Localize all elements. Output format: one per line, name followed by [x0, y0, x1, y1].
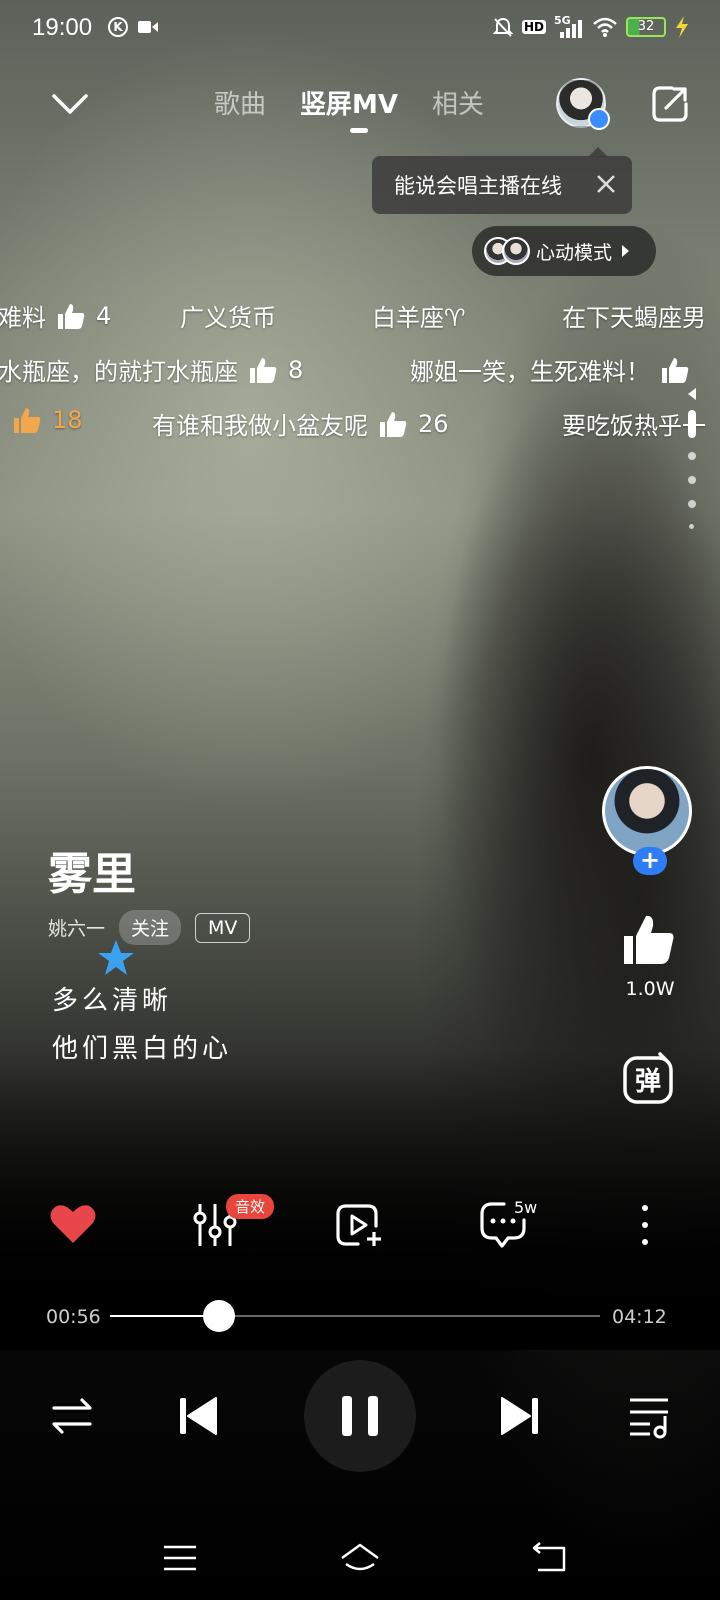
previous-track-icon[interactable] [172, 1390, 224, 1442]
k-notification-icon: K [108, 17, 128, 37]
lyric-line-current: 多么清晰 [52, 986, 173, 1016]
svg-text:弹: 弹 [635, 1067, 661, 1097]
thumbs-up-icon [58, 303, 85, 329]
status-bar: 19:00 K HD 5G 32 [0, 0, 720, 56]
thumbs-up-icon [380, 411, 407, 437]
live-host-tooltip[interactable]: 能说会唱主播在线 [372, 147, 632, 214]
tab-songs[interactable]: 歌曲 [214, 84, 266, 121]
heart-icon[interactable] [48, 1198, 98, 1248]
repeat-mode-icon[interactable] [46, 1390, 98, 1442]
danmaku-item[interactable]: 难料 4 [0, 298, 111, 333]
play-triangle-icon [622, 245, 630, 257]
status-time: 19:00 [32, 14, 93, 41]
menu-icon[interactable] [158, 1540, 202, 1576]
thumbs-up-icon [250, 357, 277, 383]
tab-bar: 歌曲 竖屏MV 相关 [214, 84, 484, 121]
like-count: 1.0W [625, 978, 675, 1000]
tab-vertical-mv[interactable]: 竖屏MV [300, 84, 398, 121]
add-to-playlist-icon[interactable] [334, 1200, 384, 1250]
danmaku-item[interactable]: 有谁和我做小盆友呢 26 [152, 406, 449, 441]
artist-avatar[interactable]: + [602, 766, 692, 875]
danmaku-toggle-button[interactable]: 弹 [622, 1052, 676, 1106]
live-host-avatar[interactable] [556, 78, 610, 130]
live-audio-icon [588, 108, 610, 130]
chevron-down-icon[interactable] [50, 90, 90, 118]
danmaku-item[interactable]: 水瓶座，的就打水瓶座 8 [0, 352, 303, 387]
song-meta: 姚六一 关注 MV [48, 910, 251, 945]
lyric-line-next: 他们黑白的心 [52, 1034, 233, 1064]
danmaku-item[interactable]: 18 [12, 406, 83, 434]
tooltip-text: 能说会唱主播在线 [394, 174, 562, 198]
danmaku-item[interactable]: 白羊座♈ [372, 298, 466, 333]
progress-bar[interactable] [110, 1300, 600, 1332]
hd-badge: HD [521, 20, 546, 34]
follow-plus-icon[interactable]: + [633, 847, 667, 875]
sound-effect-badge: 音效 [226, 1194, 275, 1219]
playlist-icon[interactable] [624, 1390, 676, 1442]
status-right: HD 5G 32 [492, 14, 690, 38]
comment-count: 5w [514, 1198, 538, 1217]
progress-knob[interactable] [202, 1300, 235, 1332]
video-record-icon [138, 21, 158, 33]
next-track-icon[interactable] [494, 1390, 546, 1442]
battery-indicator: 32 [626, 17, 666, 37]
danmaku-item[interactable]: 要吃饭热乎一 [562, 406, 706, 441]
heart-mode-avatars [484, 237, 530, 265]
pause-icon [342, 1396, 378, 1436]
mute-bell-icon [492, 17, 514, 37]
thumbs-up-icon [14, 408, 41, 433]
heart-mode-label: 心动模式 [536, 241, 613, 264]
top-nav: 歌曲 竖屏MV 相关 [0, 78, 720, 138]
active-tab-indicator [350, 128, 368, 133]
charging-bolt-icon [676, 16, 688, 38]
close-icon[interactable] [594, 172, 618, 196]
song-title[interactable]: 雾里 [48, 838, 136, 902]
danmaku-item[interactable]: 娜姐一笑，生死难料！ [410, 352, 690, 387]
mv-tag: MV [195, 912, 251, 943]
star-sticker-icon [98, 940, 134, 975]
thumbs-up-icon[interactable] [620, 912, 676, 968]
artist-name[interactable]: 姚六一 [48, 914, 105, 941]
thumbs-up-icon [662, 357, 689, 383]
signal-icon: 5G [554, 14, 584, 38]
danmaku-icon: 弹 [623, 1052, 673, 1104]
page-indicator [688, 388, 700, 545]
play-pause-button[interactable] [304, 1360, 416, 1472]
wifi-icon [593, 17, 617, 37]
current-time: 00:56 [46, 1306, 101, 1328]
danmaku-item[interactable]: 广义货币 [180, 298, 276, 333]
more-vertical-icon[interactable] [620, 1200, 670, 1250]
tab-related[interactable]: 相关 [432, 84, 484, 121]
total-time: 04:12 [612, 1306, 667, 1328]
home-icon[interactable] [338, 1540, 382, 1576]
danmaku-item[interactable]: 在下天蝎座男 [562, 298, 706, 333]
back-icon[interactable] [528, 1540, 572, 1576]
heart-mode-button[interactable]: 心动模式 [472, 226, 656, 276]
share-icon[interactable] [650, 84, 690, 124]
